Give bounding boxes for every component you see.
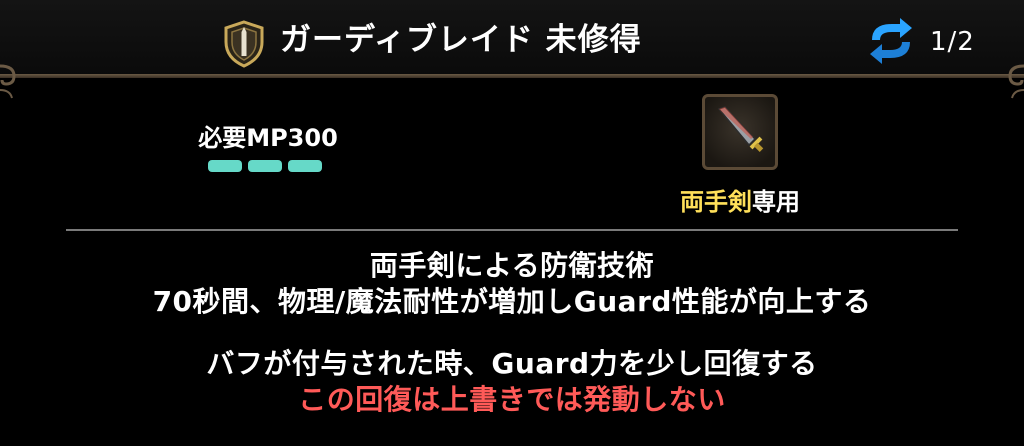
section-divider: [66, 229, 958, 231]
corner-ornament-left-icon: [0, 64, 16, 99]
mp-bar: [288, 160, 322, 172]
shield-icon: [224, 20, 264, 68]
description-line-2: 70秒間、物理/魔法耐性が増加しGuard性能が向上する: [152, 285, 872, 318]
description-warning: この回復は上書きでは発動しない: [298, 383, 726, 416]
cycle-arrows-icon[interactable]: [866, 18, 916, 64]
mp-requirement: 必要MP300: [198, 124, 338, 152]
mp-bar: [248, 160, 282, 172]
skill-title: ガーディブレイド 未修得: [280, 22, 642, 58]
description-line-1: 両手剣による防衛技術: [369, 249, 655, 282]
weapon-name: 両手剣: [680, 188, 752, 216]
corner-ornament-right-icon: [1008, 64, 1024, 99]
weapon-requirement: 両手剣専用: [640, 182, 840, 217]
page-indicator: 1/2: [930, 27, 975, 57]
weapon-type-frame: [702, 94, 778, 170]
sword-icon: [717, 106, 764, 152]
weapon-suffix: 専用: [752, 188, 800, 216]
header-divider: [0, 74, 1024, 78]
description-line-3: バフが付与された時、Guard力を少し回復する: [206, 347, 818, 380]
mp-bar: [208, 160, 242, 172]
